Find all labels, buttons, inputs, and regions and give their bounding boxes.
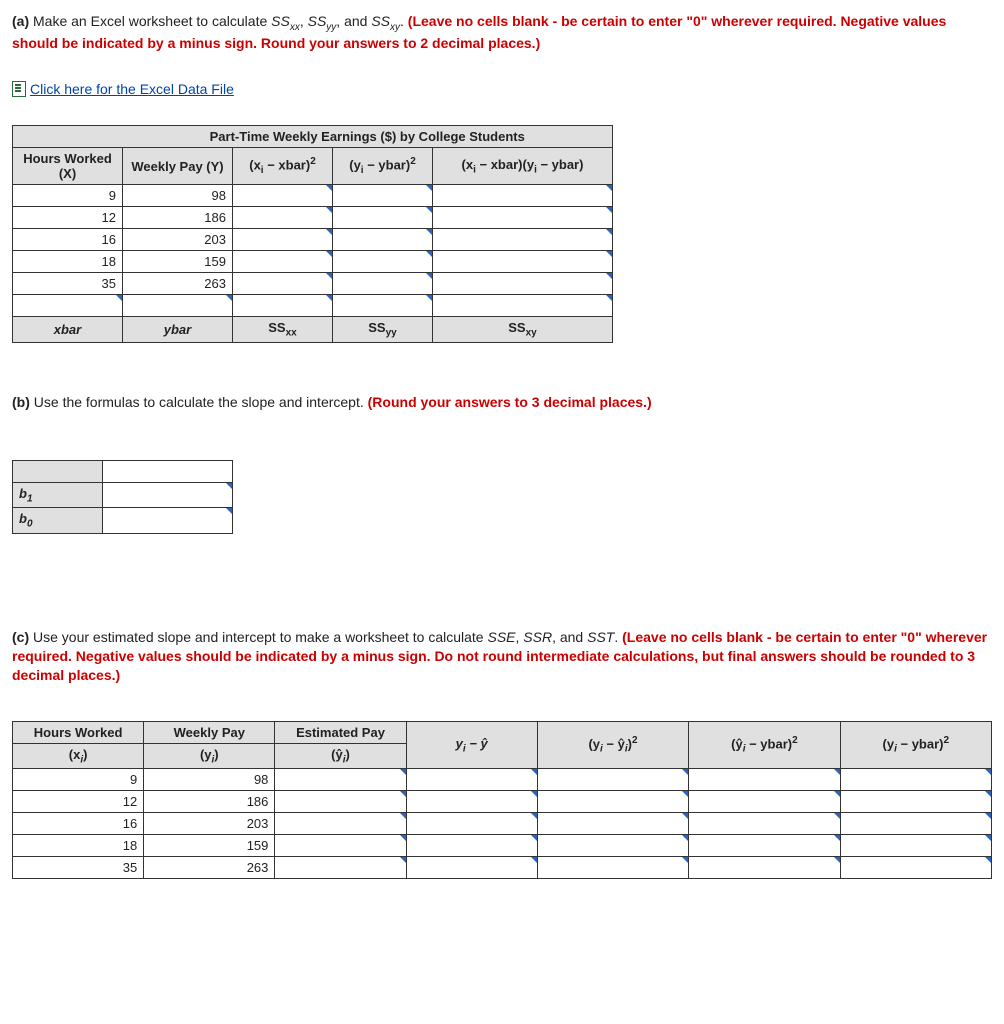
input-cell[interactable] <box>433 251 613 273</box>
table-row: 35 263 <box>13 273 613 295</box>
table-row: 16 203 <box>13 813 992 835</box>
slope-intercept-table: b1 b0 <box>12 460 233 534</box>
input-cell[interactable] <box>406 769 537 791</box>
input-cell[interactable] <box>333 229 433 251</box>
part-a-label: (a) <box>12 13 29 29</box>
input-cell[interactable] <box>433 229 613 251</box>
input-cell[interactable] <box>333 295 433 317</box>
ssxx-header: SSxx <box>233 317 333 343</box>
table-row: 12 186 <box>13 791 992 813</box>
input-cell[interactable] <box>275 835 406 857</box>
input-cell[interactable] <box>840 835 991 857</box>
part-c-prompt: (c) Use your estimated slope and interce… <box>12 628 992 685</box>
input-cell[interactable] <box>689 857 840 879</box>
input-cell[interactable] <box>333 207 433 229</box>
col-cross: (xi − xbar)(yi − ybar) <box>433 148 613 185</box>
input-cell[interactable] <box>433 295 613 317</box>
input-cell[interactable] <box>275 769 406 791</box>
table-title: Part-Time Weekly Earnings ($) by College… <box>123 126 613 148</box>
input-cell[interactable] <box>275 857 406 879</box>
table-row: 9 98 <box>13 185 613 207</box>
table-row-blank <box>13 295 613 317</box>
ssxy-header: SSxy <box>433 317 613 343</box>
summary-header-row: xbar ybar SSxx SSyy SSxy <box>13 317 613 343</box>
input-cell[interactable] <box>233 251 333 273</box>
col-xdev2: (xi − xbar)2 <box>233 148 333 185</box>
input-cell[interactable] <box>233 185 333 207</box>
col-hours-worked: Hours Worked(X) <box>13 148 123 185</box>
table-row: 18 159 <box>13 835 992 857</box>
input-cell[interactable] <box>840 813 991 835</box>
document-icon <box>12 81 26 97</box>
table-row: 12 186 <box>13 207 613 229</box>
input-cell[interactable] <box>406 791 537 813</box>
input-cell[interactable] <box>406 835 537 857</box>
input-cell[interactable] <box>275 813 406 835</box>
input-cell[interactable] <box>233 273 333 295</box>
input-cell[interactable] <box>537 857 688 879</box>
input-cell[interactable] <box>123 295 233 317</box>
input-cell[interactable] <box>840 857 991 879</box>
table-row: 16 203 <box>13 229 613 251</box>
input-cell[interactable] <box>406 857 537 879</box>
col-hours-worked: Hours Worked <box>13 721 144 743</box>
excel-data-file-link[interactable]: Click here for the Excel Data File <box>12 81 234 97</box>
input-cell[interactable] <box>233 229 333 251</box>
table-row: 35 263 <box>13 857 992 879</box>
sse-ssr-sst-table: Hours Worked Weekly Pay Estimated Pay yi… <box>12 721 992 880</box>
part-b-red-instruction: (Round your answers to 3 decimal places.… <box>368 394 652 410</box>
input-cell[interactable] <box>689 769 840 791</box>
input-cell[interactable] <box>433 185 613 207</box>
input-cell[interactable] <box>433 273 613 295</box>
col-ydev2: (yi − ybar)2 <box>333 148 433 185</box>
input-cell[interactable] <box>13 295 123 317</box>
part-b-label: (b) <box>12 394 30 410</box>
table-row: b1 <box>13 482 233 508</box>
col-residual: yi − ŷ <box>406 721 537 769</box>
input-cell[interactable] <box>433 207 613 229</box>
input-cell[interactable] <box>537 813 688 835</box>
input-cell[interactable] <box>333 273 433 295</box>
col-yhat-ybar-sq: (ŷi − ybar)2 <box>689 721 840 769</box>
part-c-label: (c) <box>12 629 29 645</box>
col-estimated-pay: Estimated Pay <box>275 721 406 743</box>
col-weekly-pay: Weekly Pay <box>144 721 275 743</box>
col-weekly-pay: Weekly Pay (Y) <box>123 148 233 185</box>
input-cell[interactable] <box>233 295 333 317</box>
input-cell[interactable] <box>333 251 433 273</box>
input-cell[interactable] <box>689 813 840 835</box>
input-cell[interactable] <box>537 791 688 813</box>
input-cell[interactable] <box>689 835 840 857</box>
col-residual-sq: (yi − ŷi)2 <box>537 721 688 769</box>
b0-input[interactable] <box>103 508 233 534</box>
input-cell[interactable] <box>840 769 991 791</box>
table-row: 9 98 <box>13 769 992 791</box>
b1-label: b1 <box>13 482 103 508</box>
table-row: b0 <box>13 508 233 534</box>
table-row: 18 159 <box>13 251 613 273</box>
input-cell[interactable] <box>275 791 406 813</box>
input-cell[interactable] <box>840 791 991 813</box>
input-cell[interactable] <box>689 791 840 813</box>
part-b-prompt: (b) Use the formulas to calculate the sl… <box>12 393 992 412</box>
input-cell[interactable] <box>233 207 333 229</box>
col-y-ybar-sq: (yi − ybar)2 <box>840 721 991 769</box>
input-cell[interactable] <box>333 185 433 207</box>
input-cell[interactable] <box>537 769 688 791</box>
input-cell[interactable] <box>406 813 537 835</box>
earnings-table: Part-Time Weekly Earnings ($) by College… <box>12 125 613 343</box>
input-cell[interactable] <box>537 835 688 857</box>
b1-input[interactable] <box>103 482 233 508</box>
ssyy-header: SSyy <box>333 317 433 343</box>
part-a-prompt: (a) Make an Excel worksheet to calculate… <box>12 12 992 53</box>
xbar-header: xbar <box>13 317 123 343</box>
ybar-header: ybar <box>123 317 233 343</box>
b0-label: b0 <box>13 508 103 534</box>
